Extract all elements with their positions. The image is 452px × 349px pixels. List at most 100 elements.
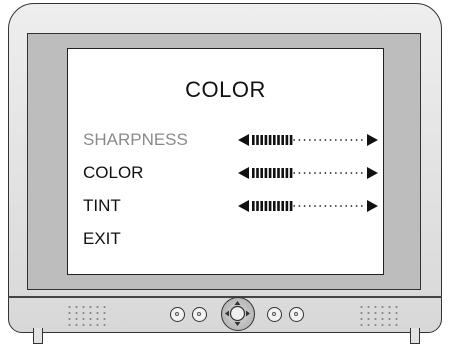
slider-filled-bar	[285, 135, 289, 145]
slider-filled-bar	[252, 168, 255, 178]
slider-empty-dot	[345, 205, 348, 207]
slider-empty-dot	[360, 139, 363, 141]
slider-empty-dot	[314, 139, 316, 141]
slider-filled-bar	[285, 168, 289, 178]
slider-filled-bar	[281, 168, 284, 178]
slider-filled-bar	[273, 135, 276, 145]
menu-item-exit[interactable]: EXIT	[83, 228, 375, 250]
menu-item-sharpness[interactable]: SHARPNESS	[83, 129, 378, 151]
slider-empty-dot	[324, 205, 327, 207]
slider-filled-bar	[260, 201, 263, 211]
slider-filled-bar	[268, 135, 272, 145]
slider-empty-dot	[303, 172, 306, 174]
front-button-4[interactable]	[289, 307, 304, 322]
slider-empty-dot	[324, 139, 327, 141]
slider-filled-bar	[256, 201, 259, 211]
slider-empty-dot	[298, 205, 301, 207]
slider-empty-dot	[303, 139, 306, 141]
menu-item-label: TINT	[83, 196, 121, 215]
slider-empty-dot	[360, 172, 363, 174]
slider-empty-dot	[314, 172, 316, 174]
slider-empty-dot	[340, 205, 342, 207]
slider-filled-bar	[256, 168, 259, 178]
slider-empty-dot	[324, 172, 327, 174]
slider-filled-bar	[281, 201, 284, 211]
slider-filled-bar	[260, 168, 263, 178]
slider-filled-bar	[260, 135, 263, 145]
slider-empty-dot	[355, 205, 358, 207]
slider-filled-bar	[252, 135, 255, 145]
slider-empty-dot	[350, 205, 353, 207]
color-slider[interactable]	[238, 166, 378, 180]
slider-empty-dot	[293, 172, 296, 174]
front-button-2[interactable]	[192, 307, 207, 322]
slider-empty-dot	[350, 172, 353, 174]
front-button-3[interactable]	[267, 307, 282, 322]
slider-filled-bar	[264, 135, 268, 145]
stand-foot-right	[410, 328, 420, 344]
slider-empty-dot	[329, 172, 332, 174]
slider-filled-bar	[289, 135, 293, 145]
stand-foot-left	[33, 328, 43, 344]
slider-empty-dot	[334, 139, 337, 141]
slider-empty-dot	[319, 205, 322, 207]
menu-item-tint[interactable]: TINT	[83, 195, 378, 217]
slider-empty-dot	[314, 205, 316, 207]
menu-title: COLOR	[185, 77, 266, 102]
slider-filled-bar	[277, 135, 280, 145]
speaker-grille-right	[358, 304, 402, 328]
slider-empty-dot	[319, 139, 322, 141]
menu-item-label: EXIT	[83, 229, 121, 248]
menu-item-label: COLOR	[83, 163, 144, 182]
slider-empty-dot	[329, 139, 332, 141]
sharpness-slider[interactable]	[238, 133, 378, 147]
slider-empty-dot	[355, 139, 358, 141]
joystick-control[interactable]	[221, 297, 255, 331]
front-button-1[interactable]	[170, 307, 185, 322]
osd-screen: COLOR SHARPNESS COLOR TINT EXIT	[67, 48, 384, 275]
slider-filled-bar	[268, 201, 272, 211]
speaker-grille-left	[66, 304, 110, 328]
slider-empty-dot	[360, 205, 363, 207]
slider-filled-bar	[285, 201, 289, 211]
slider-filled-bar	[264, 168, 268, 178]
slider-filled-bar	[252, 201, 255, 211]
slider-empty-dot	[308, 172, 311, 174]
left-arrow-icon	[238, 200, 249, 212]
slider-empty-dot	[345, 139, 348, 141]
slider-empty-dot	[329, 205, 332, 207]
slider-filled-bar	[281, 135, 284, 145]
right-arrow-icon	[367, 134, 378, 146]
slider-empty-dot	[345, 172, 348, 174]
menu-item-color[interactable]: COLOR	[83, 162, 378, 184]
menu-item-label: SHARPNESS	[83, 130, 188, 149]
slider-empty-dot	[340, 172, 342, 174]
slider-empty-dot	[308, 139, 311, 141]
slider-empty-dot	[355, 172, 358, 174]
slider-empty-dot	[334, 205, 337, 207]
slider-filled-bar	[277, 168, 280, 178]
slider-empty-dot	[350, 139, 353, 141]
slider-empty-dot	[293, 205, 296, 207]
slider-empty-dot	[303, 205, 306, 207]
left-arrow-icon	[238, 134, 249, 146]
slider-filled-bar	[264, 201, 268, 211]
left-arrow-icon	[238, 167, 249, 179]
slider-empty-dot	[308, 205, 311, 207]
slider-filled-bar	[289, 168, 293, 178]
slider-filled-bar	[273, 168, 276, 178]
slider-empty-dot	[298, 172, 301, 174]
slider-empty-dot	[319, 172, 322, 174]
slider-empty-dot	[334, 172, 337, 174]
tint-slider[interactable]	[238, 199, 378, 213]
slider-filled-bar	[268, 168, 272, 178]
slider-empty-dot	[340, 139, 342, 141]
slider-filled-bar	[277, 201, 280, 211]
slider-empty-dot	[293, 139, 296, 141]
right-arrow-icon	[367, 167, 378, 179]
slider-filled-bar	[256, 135, 259, 145]
slider-filled-bar	[289, 201, 293, 211]
joystick-icon	[225, 301, 250, 326]
slider-empty-dot	[298, 139, 301, 141]
right-arrow-icon	[367, 200, 378, 212]
